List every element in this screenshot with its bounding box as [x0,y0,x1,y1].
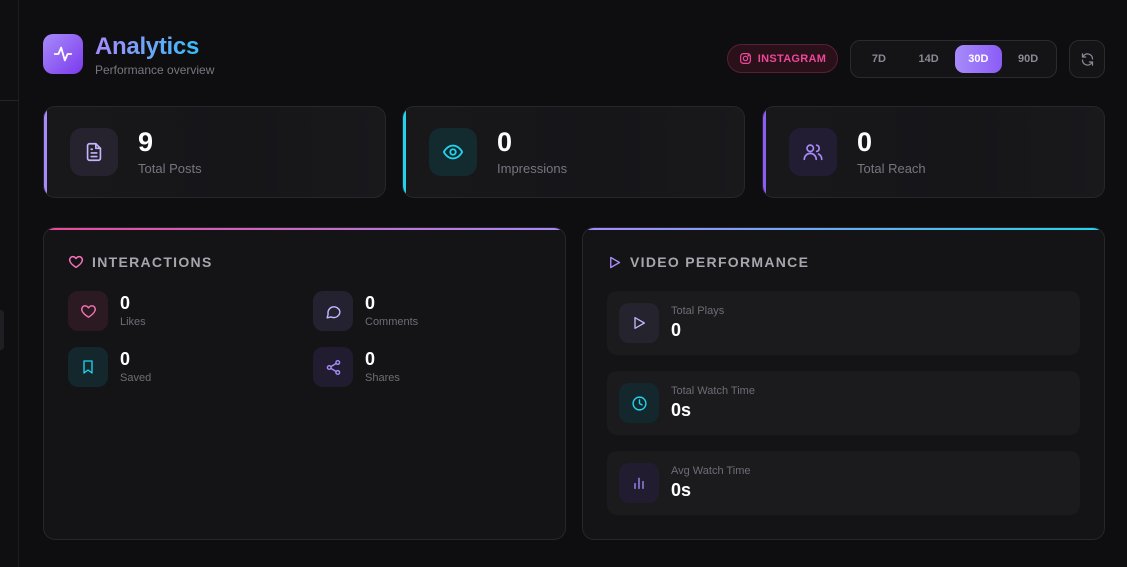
heart-icon [68,255,84,269]
interaction-value: 0 [120,349,131,369]
refresh-button[interactable] [1069,40,1105,78]
int-icon-box [68,291,108,331]
comment-icon [325,305,341,319]
activity-icon [53,46,73,62]
int-icon-box [313,347,353,387]
interaction-likes: 0 Likes [68,291,268,331]
users-icon [803,144,823,161]
video-metric-value: 0s [671,400,692,420]
range-button-30d[interactable]: 30D [954,45,1003,73]
play-icon [610,256,621,268]
sidebar-toggle-handle[interactable] [0,310,4,350]
interaction-label: Saved [120,372,152,384]
interactions-header: INTERACTIONS [68,254,213,270]
share-icon [326,359,340,375]
analytics-page: Analytics Performance overview INSTAGRAM… [43,0,1105,567]
range-button-90d[interactable]: 90D [1004,45,1052,73]
stat-label: Total Posts [138,161,202,176]
video-row-avg-watch-time: Avg Watch Time 0s [607,451,1080,515]
range-button-14d[interactable]: 14D [905,45,953,73]
page-title: Analytics [95,33,200,60]
date-range-selector: 7D 14D 30D 90D [850,40,1057,78]
video-row-total-watch-time: Total Watch Time 0s [607,371,1080,435]
video-header: VIDEO PERFORMANCE [607,254,809,270]
document-icon [86,142,102,162]
instagram-icon [739,53,751,64]
stat-card-total-reach: 0 Total Reach [762,106,1105,198]
stat-value: 9 [138,127,154,157]
video-metric-value: 0s [671,480,692,500]
heart-icon [80,304,96,318]
stat-icon-box [70,128,118,176]
interaction-value: 0 [120,293,131,313]
int-icon-box [313,291,353,331]
stat-value: 0 [497,127,513,157]
video-icon-box [619,303,659,343]
stat-icon-box [429,128,477,176]
interaction-label: Likes [120,316,146,328]
interaction-value: 0 [365,349,376,369]
interaction-value: 0 [365,293,376,313]
panel-accent-line [44,228,565,230]
interaction-label: Shares [365,372,400,384]
stat-icon-box [789,128,837,176]
platform-label: INSTAGRAM [757,52,827,65]
analytics-logo [43,34,83,74]
panel-accent-line [583,228,1104,230]
sidebar-divider [0,100,19,101]
video-row-total-plays: Total Plays 0 [607,291,1080,355]
page-header: Analytics Performance overview INSTAGRAM… [43,34,1105,78]
card-accent [763,107,766,197]
eye-icon [442,144,464,160]
stat-value: 0 [857,127,873,157]
video-metric-label: Total Plays [671,305,725,317]
platform-badge-instagram[interactable]: INSTAGRAM [727,44,838,73]
video-metric-label: Avg Watch Time [671,465,751,477]
video-icon-box [619,463,659,503]
panel-title: INTERACTIONS [92,254,213,270]
card-accent [44,107,47,197]
refresh-icon [1081,52,1093,66]
range-button-7d[interactable]: 7D [855,45,903,73]
video-metric-label: Total Watch Time [671,385,755,397]
interactions-panel: INTERACTIONS 0 Likes 0 Comments 0 Saved … [43,227,566,540]
video-metric-value: 0 [671,320,682,340]
clock-icon [631,395,647,411]
video-icon-box [619,383,659,423]
card-accent [403,107,406,197]
page-subtitle: Performance overview [95,63,215,77]
interaction-shares: 0 Shares [313,347,513,387]
interaction-comments: 0 Comments [313,291,513,331]
interaction-saved: 0 Saved [68,347,268,387]
stat-label: Impressions [497,161,568,176]
stat-card-total-posts: 9 Total Posts [43,106,386,198]
sidebar-edge [0,0,19,567]
interaction-label: Comments [365,316,419,328]
panel-title: VIDEO PERFORMANCE [630,254,810,270]
stat-card-impressions: 0 Impressions [402,106,745,198]
video-performance-panel: VIDEO PERFORMANCE Total Plays 0 Total Wa… [582,227,1105,540]
bar-chart-icon [634,477,644,489]
stat-label: Total Reach [857,161,926,176]
int-icon-box [68,347,108,387]
bookmark-icon [83,360,93,374]
play-icon [634,317,645,329]
